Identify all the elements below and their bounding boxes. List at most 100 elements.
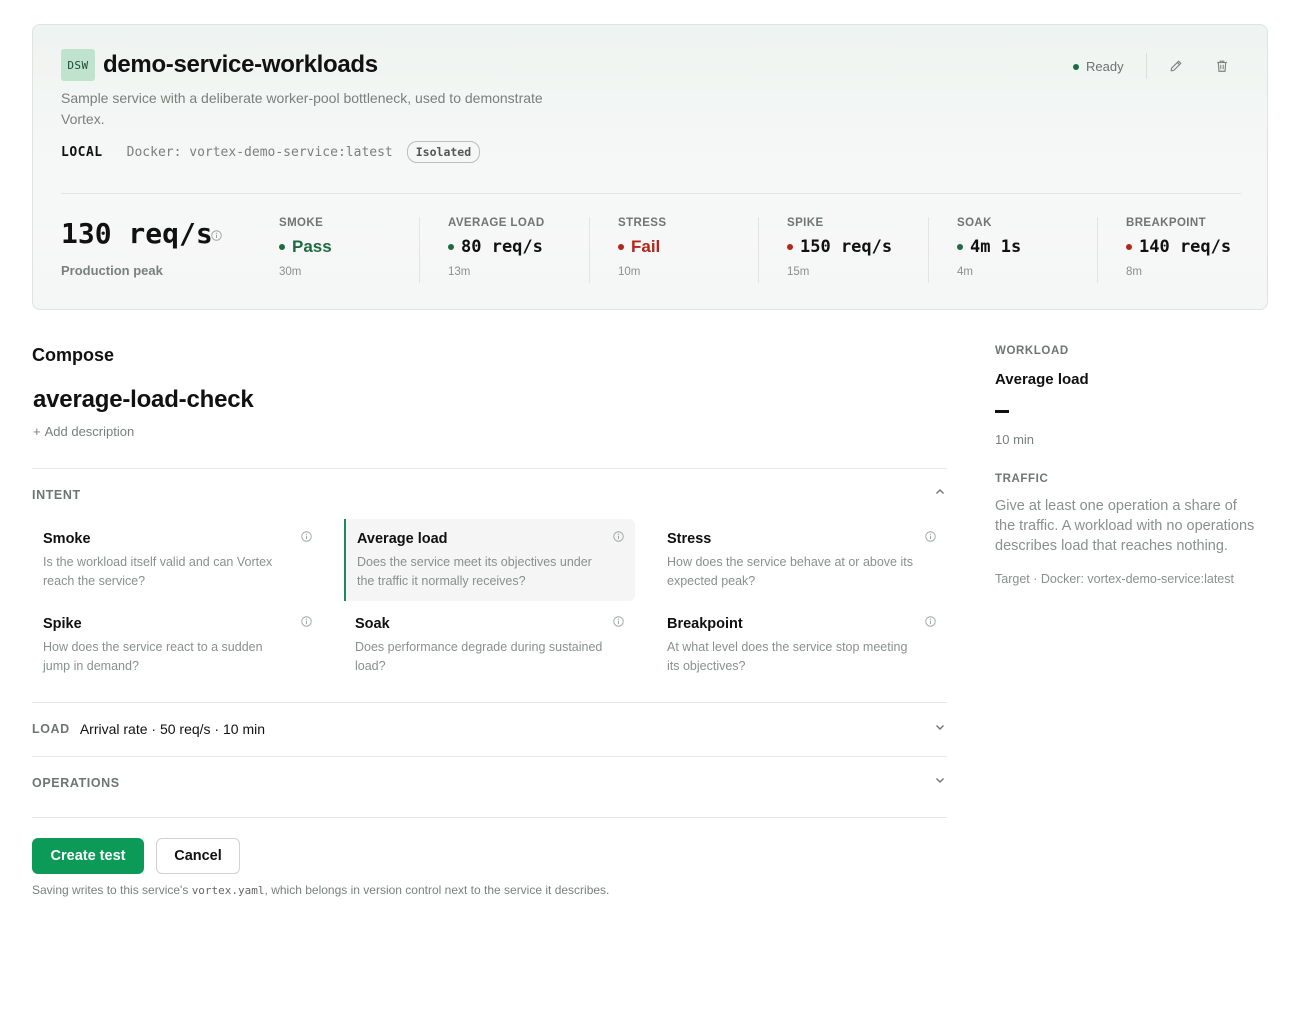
chevron-down-icon[interactable] (934, 774, 946, 786)
metric-value: 150 req/s (800, 237, 893, 257)
metric-value-row: Fail (618, 237, 666, 257)
intent-description: At what level does the service stop meet… (667, 640, 908, 673)
metric-value: 4m 1s (970, 237, 1022, 257)
save-note-prefix: Saving writes to this service's (32, 883, 192, 897)
divider (32, 702, 947, 703)
intent-title: Average load (357, 531, 448, 547)
metric-value: 140 req/s (1139, 237, 1232, 257)
pass-dot (279, 244, 285, 250)
divider (928, 217, 929, 283)
metric-label: BREAKPOINT (1126, 217, 1207, 229)
service-target: Docker: vortex-demo-service:latest (126, 144, 393, 160)
intent-title: Soak (355, 616, 390, 632)
info-icon[interactable] (301, 616, 312, 627)
traffic-label: TRAFFIC (995, 473, 1049, 485)
metric-label: SPIKE (787, 217, 824, 229)
chevron-down-icon[interactable] (934, 721, 946, 733)
pass-dot (957, 244, 963, 250)
status-dot (1073, 63, 1079, 70)
operations-section-header[interactable]: OPERATIONS (32, 776, 120, 790)
info-icon[interactable] (925, 531, 936, 542)
divider (1146, 53, 1147, 79)
edit-button[interactable] (1165, 55, 1187, 77)
metric-value: Pass (292, 237, 332, 256)
metric-duration: 10m (618, 266, 641, 278)
metric-value-row: Pass (279, 237, 332, 257)
intent-option-soak[interactable]: Soak Does performance degrade during sus… (344, 604, 635, 686)
metric-value: 80 req/s (461, 237, 543, 257)
chevron-up-icon[interactable] (934, 486, 946, 498)
intent-title: Spike (43, 616, 82, 632)
load-summary: Arrival rate · 50 req/s · 10 min (79, 721, 265, 737)
divider (589, 217, 590, 283)
metric-value: Fail (631, 237, 661, 256)
info-icon[interactable] (211, 230, 222, 241)
fail-dot (787, 244, 793, 250)
status-badge: Ready (1073, 59, 1124, 74)
intent-description: Does the service meet its objectives und… (357, 555, 592, 588)
target-info: Target · Docker: vortex-demo-service:lat… (995, 572, 1234, 586)
divider (32, 817, 947, 818)
intent-section-header[interactable]: INTENT (32, 488, 81, 502)
intent-option-smoke[interactable]: Smoke Is the workload itself valid and c… (32, 519, 323, 601)
divider (758, 217, 759, 283)
status-text: Ready (1086, 59, 1124, 74)
traffic-hint: Give at least one operation a share of t… (995, 498, 1255, 554)
load-shape-preview (995, 410, 1009, 413)
intent-option-breakpoint[interactable]: Breakpoint At what level does the servic… (656, 604, 947, 686)
save-note-suffix: , which belongs in version control next … (264, 883, 610, 897)
metric-average-load[interactable]: AVERAGE LOAD 80 req/s 13m (448, 217, 545, 283)
intent-option-spike[interactable]: Spike How does the service react to a su… (32, 604, 323, 686)
service-avatar: DSW (61, 49, 95, 81)
metric-duration: 13m (448, 266, 471, 278)
workload-label: WORKLOAD (995, 345, 1069, 357)
metric-stress[interactable]: STRESS Fail 10m (618, 217, 666, 283)
metric-duration: 8m (1126, 266, 1142, 278)
intent-description: Does performance degrade during sustaine… (355, 640, 603, 673)
info-icon[interactable] (301, 531, 312, 542)
metric-duration: 30m (279, 266, 302, 278)
divider (1097, 217, 1098, 283)
service-card: DSW demo-service-workloads Sample servic… (32, 24, 1268, 310)
workload-duration: 10 min (995, 432, 1035, 447)
test-name-field[interactable]: average-load-check (33, 386, 254, 414)
service-description: Sample service with a deliberate worker-… (61, 90, 543, 127)
service-meta: LOCAL Docker: vortex-demo-service:latest… (61, 141, 481, 163)
metric-smoke[interactable]: SMOKE Pass 30m (279, 217, 332, 283)
production-peak-value: 130 req/s (61, 217, 213, 250)
metric-spike[interactable]: SPIKE 150 req/s 15m (787, 217, 892, 283)
pencil-icon (1170, 60, 1182, 72)
info-icon[interactable] (613, 531, 624, 542)
cancel-button[interactable]: Cancel (156, 838, 240, 874)
service-title: demo-service-workloads (103, 51, 378, 78)
info-icon[interactable] (613, 616, 624, 627)
metric-label: SMOKE (279, 217, 324, 229)
fail-dot (618, 244, 624, 250)
metric-value-row: 4m 1s (957, 237, 1021, 257)
isolated-tag: Isolated (406, 141, 481, 163)
intent-description: How does the service react to a sudden j… (43, 640, 263, 673)
pass-dot (448, 244, 454, 250)
divider (419, 217, 420, 283)
create-test-button[interactable]: Create test (32, 838, 144, 874)
add-description-button[interactable]: + Add description (33, 424, 134, 439)
metric-soak[interactable]: SOAK 4m 1s 4m (957, 217, 1021, 283)
metric-breakpoint[interactable]: BREAKPOINT 140 req/s 8m (1126, 217, 1231, 283)
intent-title: Smoke (43, 531, 91, 547)
info-icon[interactable] (925, 616, 936, 627)
save-note-file: vortex.yaml (191, 884, 265, 897)
intent-title: Stress (667, 531, 712, 547)
intent-option-stress[interactable]: Stress How does the service behave at or… (656, 519, 947, 601)
trash-icon (1217, 60, 1227, 72)
load-section-header[interactable]: LOAD Arrival rate · 50 req/s · 10 min (32, 721, 265, 737)
metric-label: STRESS (618, 217, 667, 229)
intent-option-average-load[interactable]: Average load Does the service meet its o… (344, 519, 635, 601)
metric-label: AVERAGE LOAD (448, 217, 545, 229)
metric-value-row: 150 req/s (787, 237, 892, 257)
environment-label: LOCAL (61, 144, 103, 160)
fail-dot (1126, 244, 1132, 250)
metric-value-row: 140 req/s (1126, 237, 1231, 257)
metric-duration: 4m (957, 266, 973, 278)
delete-button[interactable] (1211, 55, 1233, 77)
intent-description: Is the workload itself valid and can Vor… (43, 555, 273, 588)
